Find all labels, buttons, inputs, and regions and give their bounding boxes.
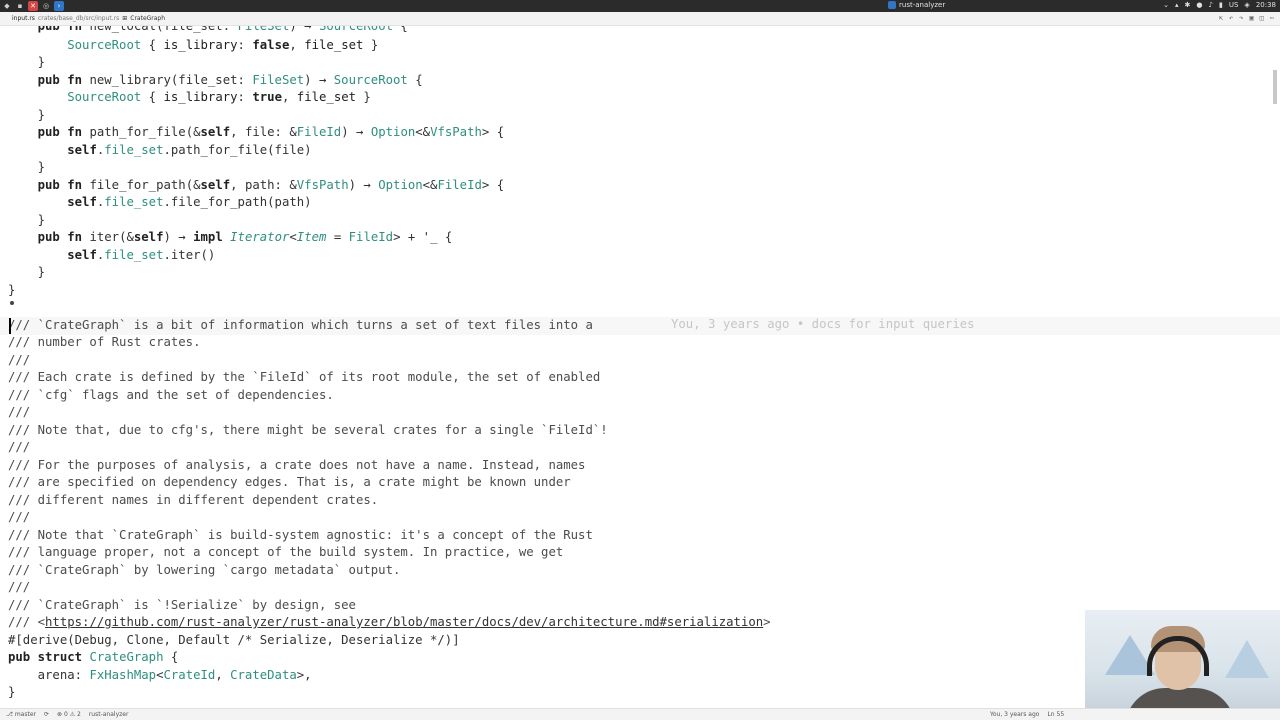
more-actions-icon[interactable]: ⋯ [1270, 14, 1274, 22]
code-line: /// [8, 580, 31, 594]
problems-status[interactable]: ⊗ 0 ⚠ 2 [57, 711, 81, 718]
code-line: /// different names in different depende… [8, 493, 379, 507]
code-line: pub fn path_for_file(&self, file: &FileI… [37, 125, 505, 139]
code-line: /// `cfg` flags and the set of dependenc… [8, 388, 334, 402]
breadcrumb: input.rs crates/base_db/src/input.rs ⊞ C… [0, 12, 1280, 26]
split-editor-icon[interactable]: ⇱ [1219, 14, 1223, 22]
battery-icon[interactable]: ▮ [1219, 1, 1223, 9]
text-cursor [9, 318, 11, 334]
browser-icon[interactable]: ◎ [41, 1, 51, 11]
code-line: /// are specified on dependency edges. T… [8, 475, 571, 489]
code-line: /// Note that, due to cfg's, there might… [8, 423, 608, 437]
code-line: /// `CrateGraph` by lowering `cargo meta… [8, 563, 401, 577]
clock[interactable]: 20:38 [1256, 1, 1276, 9]
code-line: pub fn file_for_path(&self, path: &VfsPa… [37, 178, 505, 192]
terminal-icon[interactable]: ▪ [15, 1, 25, 11]
go-back-icon[interactable]: ↶ [1229, 14, 1233, 22]
chevron-down-icon[interactable]: ⌄ [1163, 1, 1169, 9]
git-blame-annotation: You, 3 years ago • docs for input querie… [671, 317, 975, 331]
notification-icon[interactable]: ● [1196, 1, 1202, 9]
warning-count: 2 [77, 711, 81, 718]
code-line: } [8, 283, 16, 297]
code-line: #[derive(Debug, Clone, Default /* Serial… [8, 633, 460, 647]
code-line: /// <https://github.com/rust-analyzer/ru… [8, 615, 771, 629]
status-bar: ⎇ master ⟳ ⊗ 0 ⚠ 2 rust-analyzer You, 3 … [0, 708, 1280, 720]
breadcrumb-symbol[interactable]: CrateGraph [130, 15, 165, 22]
layout-icon[interactable]: ▣ [1249, 14, 1253, 22]
code-line: pub struct CrateGraph { [8, 650, 179, 664]
cursor-position[interactable]: Ln 55 [1047, 711, 1064, 718]
settings-icon[interactable]: ✱ [1185, 1, 1191, 9]
code-line: } [8, 160, 46, 174]
code-editor[interactable]: pub fn new_local(file_set: FileSet) → So… [0, 26, 1280, 708]
system-top-bar: ◆ ▪ ✕ ◎ › rust-analyzer ⌄ ▴ ✱ ● ♪ ▮ US ◈… [0, 0, 1280, 12]
breakpoint-dot[interactable] [10, 301, 14, 305]
code-line: } [8, 108, 46, 122]
webcam-overlay [1085, 610, 1280, 720]
background-mountain [1225, 640, 1269, 678]
doc-link[interactable]: https://github.com/rust-analyzer/rust-an… [45, 615, 763, 629]
code-line: /// [8, 353, 31, 367]
breadcrumb-symbol-icon: ⊞ [122, 15, 128, 22]
up-arrow-icon[interactable]: ▴ [1175, 1, 1179, 9]
code-line: /// Note that `CrateGraph` is build-syst… [8, 528, 593, 542]
window-title: rust-analyzer [888, 1, 945, 9]
keyboard-layout[interactable]: US [1229, 1, 1239, 9]
code-line: SourceRoot { is_library: true, file_set … [67, 90, 371, 104]
app-menu-icon[interactable]: ◆ [2, 1, 12, 11]
close-app-icon[interactable]: ✕ [28, 1, 38, 11]
code-line: /// For the purposes of analysis, a crat… [8, 458, 586, 472]
branch-status[interactable]: ⎇ master [6, 711, 36, 718]
code-line: /// [8, 405, 31, 419]
code-line: self.file_set.file_for_path(path) [67, 195, 312, 209]
window-title-text: rust-analyzer [899, 1, 946, 9]
code-line: } [8, 213, 46, 227]
code-line: /// number of Rust crates. [8, 335, 201, 349]
code-line: /// `CrateGraph` is a bit of information… [8, 318, 593, 332]
code-line: } [8, 685, 16, 699]
sync-icon[interactable]: ⟳ [44, 711, 49, 718]
code-line: } [8, 55, 46, 69]
breadcrumb-path[interactable]: crates/base_db/src/input.rs [38, 15, 119, 22]
code-line: SourceRoot { is_library: false, file_set… [67, 38, 379, 52]
branch-name: master [14, 711, 36, 718]
code-line: pub fn iter(&self) → impl Iterator<Item … [37, 230, 453, 244]
split-right-icon[interactable]: ◫ [1260, 14, 1264, 22]
code-line: self.file_set.iter() [67, 248, 216, 262]
vscode-taskbar-icon[interactable]: › [54, 1, 64, 11]
code-line: } [8, 265, 46, 279]
vscode-icon [888, 1, 896, 9]
network-icon[interactable]: ◈ [1244, 1, 1249, 9]
error-count: 0 [63, 711, 68, 718]
code-line: /// Each crate is defined by the `FileId… [8, 370, 601, 384]
code-line: /// [8, 440, 31, 454]
blame-status[interactable]: You, 3 years ago [990, 711, 1039, 718]
code-line: arena: FxHashMap<CrateId, CrateData>, [8, 668, 312, 682]
code-line: self.file_set.path_for_file(file) [67, 143, 312, 157]
scrollbar-thumb[interactable] [1273, 70, 1277, 104]
volume-icon[interactable]: ♪ [1209, 1, 1213, 9]
breadcrumb-file[interactable]: input.rs [12, 15, 35, 22]
code-line: /// `CrateGraph` is `!Serialize` by desi… [8, 598, 356, 612]
code-line: /// language proper, not a concept of th… [8, 545, 564, 559]
go-forward-icon[interactable]: ↷ [1239, 14, 1243, 22]
language-server-status[interactable]: rust-analyzer [89, 711, 129, 718]
editor-actions: ⇱ ↶ ↷ ▣ ◫ ⋯ [1219, 14, 1274, 22]
code-line: /// [8, 510, 31, 524]
code-line: pub fn new_local(file_set: FileSet) → So… [37, 26, 408, 33]
code-line: pub fn new_library(file_set: FileSet) → … [37, 73, 423, 87]
